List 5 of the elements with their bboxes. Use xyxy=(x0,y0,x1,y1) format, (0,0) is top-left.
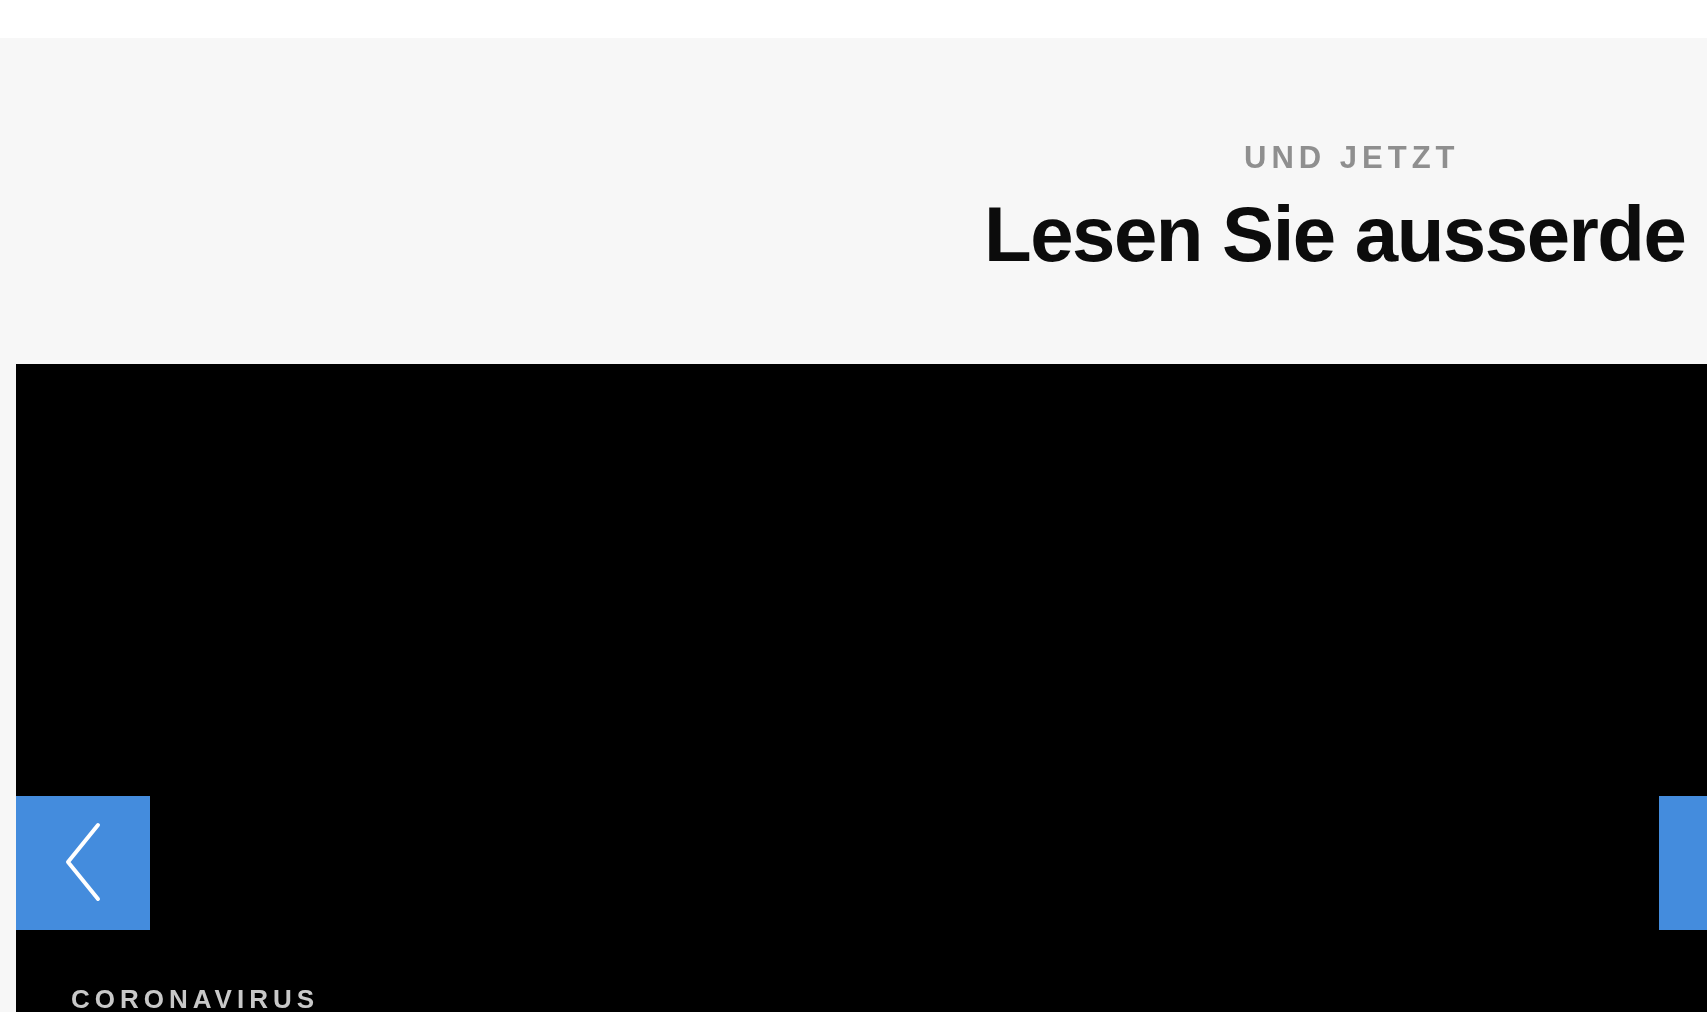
section-title: Lesen Sie ausserde xyxy=(984,195,1686,273)
slide-category: CORONAVIRUS xyxy=(71,986,320,1012)
chevron-left-icon xyxy=(65,822,101,904)
previous-button[interactable] xyxy=(16,796,150,930)
section-eyebrow: UND JETZT xyxy=(1244,142,1460,173)
